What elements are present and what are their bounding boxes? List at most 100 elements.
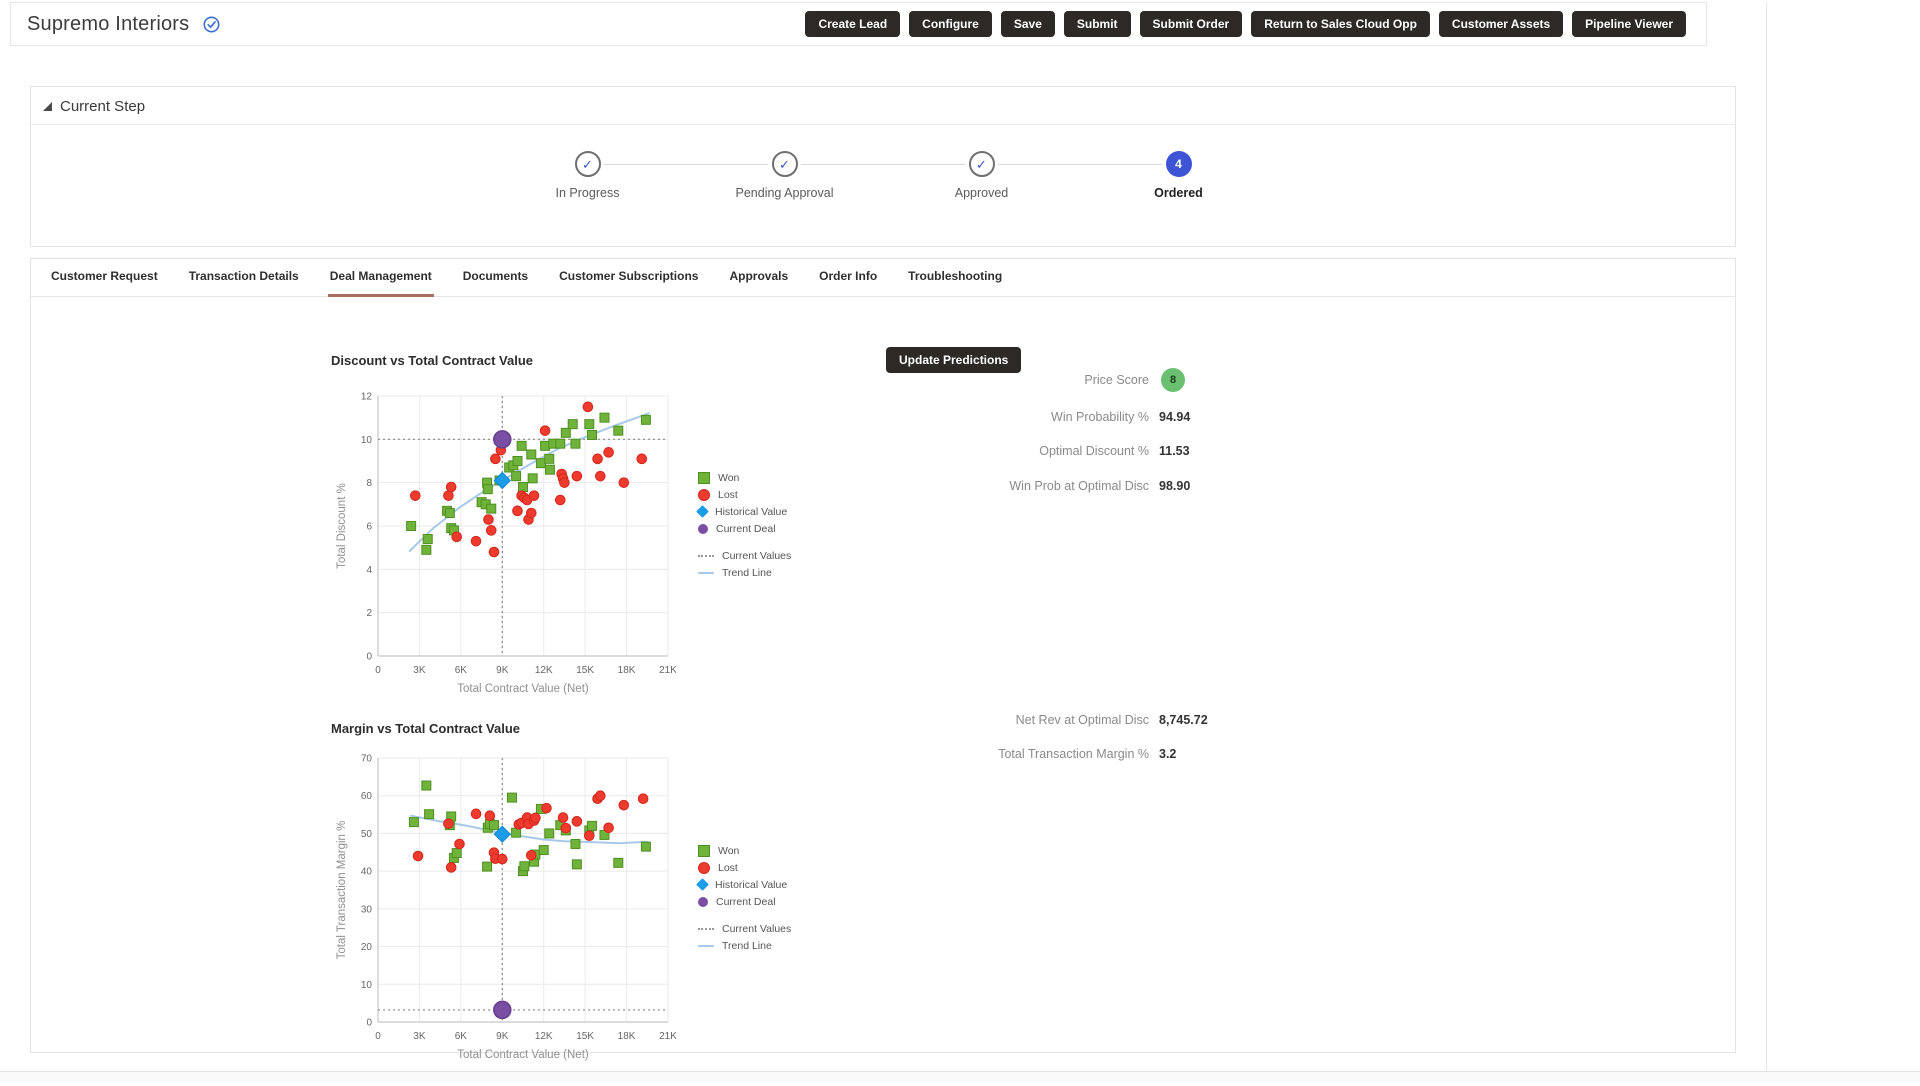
step-in-progress: ✓In Progress xyxy=(489,143,686,200)
legend-label: Lost xyxy=(718,862,738,874)
price-score-badge: 8 xyxy=(1161,368,1185,392)
step-pending-approval: ✓ Pending Approval xyxy=(686,143,883,200)
page-title: Supremo Interiors xyxy=(27,13,189,36)
svg-text:12: 12 xyxy=(361,392,373,403)
deal-management-content: Discount vs Total Contract Value Update … xyxy=(31,297,1735,1052)
legend-item-current-deal: Current Deal xyxy=(698,520,791,537)
metric-value: 98.90 xyxy=(1159,479,1190,493)
svg-text:0: 0 xyxy=(375,1031,381,1042)
legend-label: Current Values xyxy=(722,923,791,935)
configure-button[interactable]: Configure xyxy=(909,11,992,37)
lost-circle-icon xyxy=(698,489,710,501)
tab-troubleshooting[interactable]: Troubleshooting xyxy=(906,269,1004,297)
collapse-triangle-icon[interactable] xyxy=(43,102,52,111)
step-check-circle: ✓ xyxy=(772,151,798,177)
current-step-panel: Current Step ✓In Progress✓Pending Approv… xyxy=(30,86,1736,247)
svg-text:40: 40 xyxy=(361,867,373,878)
submit-button[interactable]: Submit xyxy=(1064,11,1131,37)
step-check-circle: ✓ xyxy=(575,151,601,177)
chart2-title: Margin vs Total Contract Value xyxy=(331,721,520,736)
historical-value-diamond-icon xyxy=(696,878,709,891)
svg-text:30: 30 xyxy=(361,904,373,915)
header-bar: Supremo Interiors Create Lead Configure Sa… xyxy=(10,2,1707,46)
metric-label: Win Probability % xyxy=(731,410,1149,424)
step-label: Approved xyxy=(955,186,1009,200)
save-button[interactable]: Save xyxy=(1001,11,1055,37)
metric-total-transaction-margin-: Total Transaction Margin %3.2 xyxy=(731,743,1176,765)
margin-vs-tcv-chart: 03K6K9K12K15K18K21K010203040506070Total … xyxy=(331,751,676,1081)
legend-label: Current Deal xyxy=(716,523,776,535)
legend-label: Historical Value xyxy=(715,506,787,518)
svg-text:0: 0 xyxy=(366,1018,372,1029)
tab-approvals[interactable]: Approvals xyxy=(727,269,790,297)
tab-order-info[interactable]: Order Info xyxy=(817,269,879,297)
current-deal-circle-icon xyxy=(698,524,708,534)
deal-management-panel: Customer Request Transaction Details Deal … xyxy=(30,258,1736,1053)
legend-item-current-deal: Current Deal xyxy=(698,893,791,910)
chart2-legend: Won Lost Historical Value Current Deal Curre… xyxy=(698,842,791,954)
svg-text:0: 0 xyxy=(366,652,372,663)
svg-text:2: 2 xyxy=(366,608,372,619)
legend-item-trend-line: Trend Line xyxy=(698,564,791,581)
metric-value: 94.94 xyxy=(1159,410,1190,424)
won-square-icon xyxy=(698,845,710,857)
metric-label: Price Score xyxy=(731,373,1149,387)
legend-label: Current Deal xyxy=(716,896,776,908)
tab-documents[interactable]: Documents xyxy=(461,269,530,297)
tab-deal-management[interactable]: Deal Management xyxy=(328,269,434,297)
svg-text:15K: 15K xyxy=(576,1031,594,1042)
svg-text:10: 10 xyxy=(361,980,373,991)
svg-text:4: 4 xyxy=(366,565,372,576)
metric-optimal-discount-: Optimal Discount %11.53 xyxy=(731,440,1190,462)
svg-text:8: 8 xyxy=(366,478,372,489)
tab-transaction-details[interactable]: Transaction Details xyxy=(187,269,301,297)
legend-label: Historical Value xyxy=(715,879,787,891)
svg-text:20: 20 xyxy=(361,942,373,953)
svg-text:10: 10 xyxy=(361,435,373,446)
step-check-circle: ✓ xyxy=(969,151,995,177)
current-step-title: Current Step xyxy=(60,98,145,115)
step-approved: ✓ Approved xyxy=(883,143,1080,200)
step-label: Pending Approval xyxy=(736,186,834,200)
svg-text:21K: 21K xyxy=(659,1031,676,1042)
metric-value: 3.2 xyxy=(1159,747,1176,761)
svg-text:Total Discount %: Total Discount % xyxy=(336,483,348,569)
svg-text:6K: 6K xyxy=(455,1031,468,1042)
metric-win-probability-: Win Probability % 94.94 xyxy=(731,406,1190,428)
verified-check-icon xyxy=(203,16,220,33)
metric-label: Optimal Discount % xyxy=(731,444,1149,458)
chart1-title: Discount vs Total Contract Value xyxy=(331,353,533,368)
metric-label: Win Prob at Optimal Disc xyxy=(731,479,1149,493)
tab-bar: Customer Request Transaction Details Deal … xyxy=(31,259,1735,297)
svg-text:50: 50 xyxy=(361,829,373,840)
metric-win-prob-at-optimal-disc: Win Prob at Optimal Disc 98.90 xyxy=(731,475,1190,497)
status-stepper: ✓In Progress✓Pending Approval✓Approved4O… xyxy=(31,143,1735,200)
legend-label: Trend Line xyxy=(722,940,772,952)
metric-value: 8,745.72 xyxy=(1159,713,1208,727)
svg-text:6: 6 xyxy=(366,522,372,533)
historical-value-diamond-icon xyxy=(696,505,709,518)
tab-customer-request[interactable]: Customer Request xyxy=(49,269,160,297)
won-square-icon xyxy=(698,472,710,484)
legend-item-trend-line: Trend Line xyxy=(698,937,791,954)
svg-text:15K: 15K xyxy=(576,665,594,676)
svg-text:3K: 3K xyxy=(413,1031,426,1042)
create-lead-button[interactable]: Create Lead xyxy=(805,11,900,37)
legend-item-won: Won xyxy=(698,842,791,859)
legend-item-current-values: Current Values xyxy=(698,920,791,937)
trend-line-icon xyxy=(698,945,714,947)
submit-order-button[interactable]: Submit Order xyxy=(1140,11,1243,37)
tab-customer-subscriptions[interactable]: Customer Subscriptions xyxy=(557,269,700,297)
legend-item-historical-value: Historical Value xyxy=(698,503,791,520)
step-ordered: 4Ordered xyxy=(1080,143,1277,200)
svg-text:21K: 21K xyxy=(659,665,676,676)
svg-text:18K: 18K xyxy=(618,665,636,676)
return-to-sales-cloud-opp-button[interactable]: Return to Sales Cloud Opp xyxy=(1251,11,1430,37)
customer-assets-button[interactable]: Customer Assets xyxy=(1439,11,1563,37)
pipeline-viewer-button[interactable]: Pipeline Viewer xyxy=(1572,11,1686,37)
metric-price-score: Price Score 8 xyxy=(731,369,1185,391)
header-action-buttons: Create Lead Configure Save Submit Submit Ord… xyxy=(805,11,1686,37)
metric-net-rev-at-optimal-disc: Net Rev at Optimal Disc8,745.72 xyxy=(731,709,1208,731)
step-label: Ordered xyxy=(1154,186,1203,200)
svg-text:60: 60 xyxy=(361,791,373,802)
